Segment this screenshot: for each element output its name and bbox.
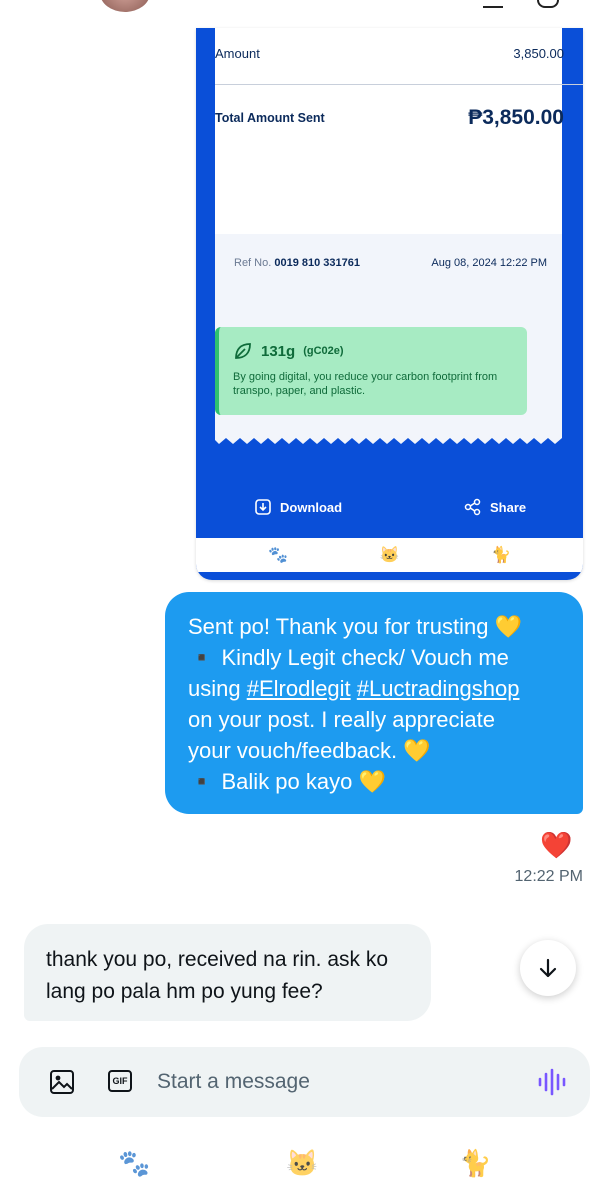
nav-paw-icon[interactable]: 🐾 bbox=[118, 1148, 150, 1179]
download-button[interactable]: Download bbox=[254, 498, 342, 516]
nav-cat-sitting-icon[interactable]: 🐈 bbox=[459, 1148, 491, 1179]
leaf-icon bbox=[235, 343, 251, 359]
download-label: Download bbox=[280, 499, 343, 515]
hashtag-elrodlegit[interactable]: #Elrodlegit bbox=[247, 676, 351, 701]
cat-sitting-icon: 🐈 bbox=[491, 547, 511, 564]
menu-icon[interactable] bbox=[483, 0, 503, 8]
ref-datetime: Aug 08, 2024 12:22 PM bbox=[431, 257, 547, 269]
eco-text: By going digital, you reduce your carbon… bbox=[233, 371, 498, 397]
voice-message-icon[interactable] bbox=[537, 1067, 567, 1097]
receipt-image-message[interactable]: Amount 3,850.00 Total Amount Sent ₱3,850… bbox=[196, 28, 583, 580]
heart-reaction[interactable]: ❤️ bbox=[540, 830, 572, 861]
image-icon[interactable] bbox=[49, 1069, 75, 1095]
scroll-to-bottom-button[interactable] bbox=[520, 940, 576, 996]
bottom-navigation: 🐾 🐱 🐈 bbox=[0, 1140, 607, 1200]
sent-line-6: ▪️ Balik po kayo 💛 bbox=[188, 769, 386, 794]
sent-line-3-prefix: using bbox=[188, 676, 247, 701]
receipt-bottom-bar bbox=[214, 573, 565, 580]
share-icon bbox=[464, 498, 481, 516]
ref-label: Ref No. bbox=[234, 257, 272, 269]
carbon-footprint-card: 131g (gC02e) By going digital, you reduc… bbox=[215, 327, 527, 415]
eco-amount: 131g bbox=[261, 342, 296, 360]
amount-row: Amount 3,850.00 bbox=[215, 46, 564, 61]
download-icon bbox=[255, 499, 271, 515]
share-button[interactable]: Share bbox=[464, 498, 526, 516]
sent-message-bubble[interactable]: Sent po! Thank you for trusting 💛 ▪️ Kin… bbox=[165, 592, 583, 814]
received-message-bubble[interactable]: thank you po, received na rin. ask ko la… bbox=[24, 924, 431, 1021]
ref-number: 0019 810 331761 bbox=[274, 257, 361, 269]
sent-line-3: using #Elrodlegit #Luctradingshop bbox=[188, 673, 563, 704]
sent-line-4: on your post. I really appreciate bbox=[188, 707, 495, 732]
sent-line-2: ▪️ Kindly Legit check/ Vouch me bbox=[188, 645, 509, 670]
phone-icon[interactable] bbox=[537, 0, 559, 8]
message-timestamp: 12:22 PM bbox=[514, 868, 583, 885]
message-input[interactable] bbox=[157, 1066, 517, 1098]
gif-label: GIF bbox=[112, 1076, 128, 1086]
received-message-text: thank you po, received na rin. ask ko la… bbox=[46, 948, 389, 1003]
avatar[interactable] bbox=[100, 0, 150, 12]
share-label: Share bbox=[490, 499, 527, 515]
gif-button[interactable]: GIF bbox=[108, 1070, 132, 1092]
total-label: Total Amount Sent bbox=[215, 111, 325, 125]
total-value: ₱3,850.00 bbox=[468, 106, 564, 129]
paw-icon: 🐾 bbox=[268, 547, 288, 564]
arrow-down-icon bbox=[539, 958, 557, 978]
cat-icon: 🐱 bbox=[379, 547, 400, 564]
total-row: Total Amount Sent ₱3,850.00 bbox=[215, 106, 564, 130]
message-composer: GIF bbox=[19, 1047, 590, 1117]
ref-row: Ref No. 0019 810 331761 Aug 08, 2024 12:… bbox=[234, 257, 547, 269]
hashtag-luctradingshop[interactable]: #Luctradingshop bbox=[357, 676, 520, 701]
amount-label: Amount bbox=[215, 46, 260, 61]
sent-line-5: your vouch/feedback. 💛 bbox=[188, 738, 431, 763]
amount-value: 3,850.00 bbox=[513, 46, 564, 61]
receipt-zigzag-edge bbox=[215, 432, 562, 444]
sent-line-1: Sent po! Thank you for trusting 💛 bbox=[188, 614, 522, 639]
eco-unit: (gC02e) bbox=[303, 345, 344, 357]
receipt-screenshot-nav: 🐾 🐱 🐈 bbox=[196, 538, 583, 572]
receipt-divider bbox=[215, 84, 583, 85]
nav-cat-icon[interactable]: 🐱 bbox=[286, 1148, 318, 1179]
